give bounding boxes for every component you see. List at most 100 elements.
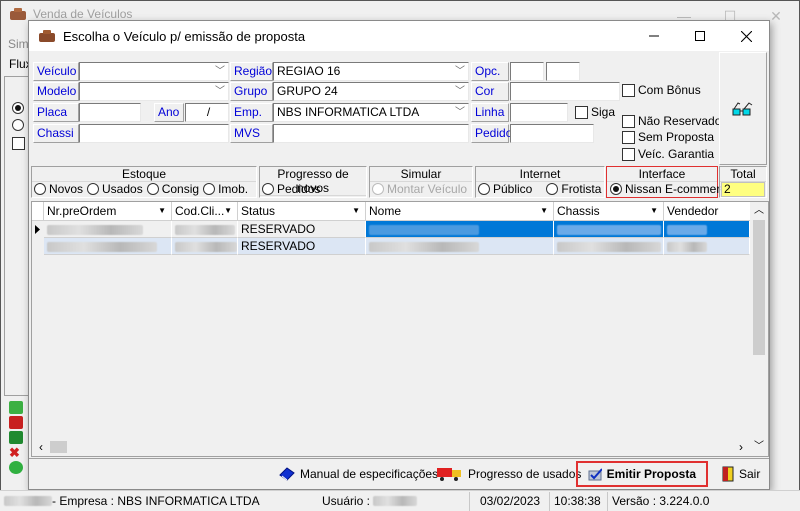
cell-chassis[interactable]: [554, 238, 664, 255]
vertical-scroll-thumb[interactable]: [753, 220, 765, 355]
status-bar: - Empresa : NBS INFORMATICA LTDA Usuário…: [0, 490, 800, 511]
com-bonus-checkbox[interactable]: Com Bônus: [622, 83, 701, 97]
vertical-scrollbar[interactable]: ︿ ﹀: [750, 202, 768, 456]
dropdown-arrow-icon[interactable]: ▼: [224, 202, 232, 220]
sem-proposta-checkbox[interactable]: Sem Proposta: [622, 130, 714, 144]
maximize-button[interactable]: [677, 21, 723, 51]
dropdown-arrow-icon[interactable]: ▼: [650, 202, 658, 220]
status-usuario: Usuário :: [318, 491, 470, 511]
main-radio-1[interactable]: [12, 102, 24, 114]
minimize-icon: [649, 35, 659, 37]
chassi-input[interactable]: [79, 124, 229, 143]
cell-cod-cli[interactable]: [172, 238, 238, 255]
main-radio-2[interactable]: [12, 119, 24, 131]
progresso-usados-button[interactable]: Progresso de usados: [437, 461, 581, 487]
maximize-icon: [695, 31, 705, 41]
minimize-button[interactable]: [631, 21, 677, 51]
close-button[interactable]: [723, 21, 769, 51]
cell-nome[interactable]: [366, 221, 554, 238]
chassi-label: Chassi: [33, 124, 79, 143]
internet-publico-radio[interactable]: Público: [478, 182, 532, 196]
scroll-left-icon[interactable]: ‹: [34, 438, 48, 456]
estoque-consig-radio[interactable]: Consig: [146, 182, 199, 196]
column-header-nome[interactable]: Nome ▼: [366, 202, 554, 221]
scroll-up-icon[interactable]: ︿: [750, 202, 768, 220]
mvs-input[interactable]: [273, 124, 469, 143]
estoque-imob-radio[interactable]: Imob.: [203, 182, 248, 196]
car-bag-icon: [39, 30, 55, 42]
veiculo-combo[interactable]: ﹀: [79, 62, 229, 81]
total-value: 2: [721, 182, 765, 197]
progresso-pedidos-radio[interactable]: Pedidos: [262, 182, 320, 196]
dropdown-arrow-icon[interactable]: ▼: [352, 202, 360, 220]
opc-label: Opc.: [471, 62, 509, 81]
phone-red-icon[interactable]: [9, 416, 23, 429]
ano-label: Ano: [154, 103, 184, 122]
manual-especificacoes-button[interactable]: Manual de especificações: [279, 461, 438, 487]
interface-group: Interface Nissan E-commerc: [606, 166, 726, 198]
main-checkbox[interactable]: [12, 137, 25, 150]
cell-nr-preordem[interactable]: [44, 221, 172, 238]
status-version: Versão : 3.224.0.0: [612, 493, 710, 508]
cell-status[interactable]: RESERVADO: [238, 221, 366, 238]
veic-garantia-checkbox[interactable]: Veíc. Garantia: [622, 147, 714, 161]
cell-status[interactable]: RESERVADO: [238, 238, 366, 255]
estoque-usados-radio[interactable]: Usados: [87, 182, 143, 196]
column-header-cod-cli[interactable]: Cod.Cli... ▼: [172, 202, 238, 221]
opc-input-1[interactable]: [510, 62, 544, 81]
cell-vendedor[interactable]: [664, 221, 750, 238]
opc-input-2[interactable]: [546, 62, 580, 81]
cell-nr-preordem[interactable]: [44, 238, 172, 255]
sair-button[interactable]: Sair: [722, 461, 760, 487]
glasses-icon: [732, 101, 753, 115]
column-header-status[interactable]: Status ▼: [238, 202, 366, 221]
regiao-combo[interactable]: REGIAO 16 ﹀: [273, 62, 469, 81]
modelo-combo[interactable]: ﹀: [79, 82, 229, 101]
cell-cod-cli[interactable]: [172, 221, 238, 238]
scroll-down-icon[interactable]: ﹀: [750, 438, 768, 456]
internet-frotista-radio[interactable]: Frotista: [546, 182, 601, 196]
search-glasses-button[interactable]: [719, 52, 767, 165]
ano-input[interactable]: /: [185, 103, 229, 122]
horizontal-scrollbar[interactable]: ‹ ›: [32, 438, 750, 456]
column-header-nr-preordem[interactable]: Nr.preOrdem ▼: [44, 202, 172, 221]
table-row[interactable]: RESERVADO: [32, 221, 750, 238]
chevron-down-icon: ﹀: [455, 86, 465, 97]
phone-green-icon[interactable]: [9, 431, 23, 444]
truck-icon: [437, 468, 461, 481]
table-row[interactable]: RESERVADO: [32, 238, 750, 255]
user-photo-icon[interactable]: [9, 401, 23, 414]
estoque-group: Estoque Novos Usados Consig Imob.: [31, 166, 257, 198]
column-header-vendedor[interactable]: Vendedor: [664, 202, 750, 221]
book-icon: [279, 467, 295, 481]
progresso-novos-group: Progresso de novos Pedidos: [259, 166, 367, 198]
nao-reservado-checkbox[interactable]: Não Reservado: [622, 114, 721, 128]
current-row-indicator-icon: [32, 221, 44, 238]
internet-group: Internet Público Frotista: [475, 166, 605, 198]
column-header-chassis[interactable]: Chassis ▼: [554, 202, 664, 221]
cell-vendedor[interactable]: [664, 238, 750, 255]
horizontal-scroll-thumb[interactable]: [50, 441, 67, 453]
interface-nissan-ecommerce-radio[interactable]: Nissan E-commerc: [610, 182, 726, 196]
check-document-icon: [588, 468, 602, 481]
simular-montar-veiculo-radio: Montar Veículo: [372, 182, 467, 196]
linha-input[interactable]: [510, 103, 568, 122]
mvs-label: MVS: [230, 124, 273, 143]
grupo-combo[interactable]: GRUPO 24 ﹀: [273, 82, 469, 101]
emp-label: Emp.: [230, 103, 273, 122]
cor-input[interactable]: [510, 82, 620, 101]
dropdown-arrow-icon[interactable]: ▼: [540, 202, 548, 220]
siga-checkbox[interactable]: Siga: [575, 105, 615, 119]
estoque-novos-radio[interactable]: Novos: [34, 182, 83, 196]
cell-nome[interactable]: [366, 238, 554, 255]
emp-combo[interactable]: NBS INFORMATICA LTDA ﹀: [273, 103, 469, 122]
main-menu-partial[interactable]: Sim: [8, 37, 29, 51]
smiley-icon[interactable]: [9, 461, 23, 474]
cell-chassis[interactable]: [554, 221, 664, 238]
dropdown-arrow-icon[interactable]: ▼: [158, 202, 166, 220]
scroll-right-icon[interactable]: ›: [734, 438, 748, 456]
cancel-x-icon[interactable]: ✖: [9, 446, 29, 459]
placa-input[interactable]: [79, 103, 141, 122]
pedido-input[interactable]: [510, 124, 594, 143]
emitir-proposta-button[interactable]: Emitir Proposta: [576, 461, 708, 487]
